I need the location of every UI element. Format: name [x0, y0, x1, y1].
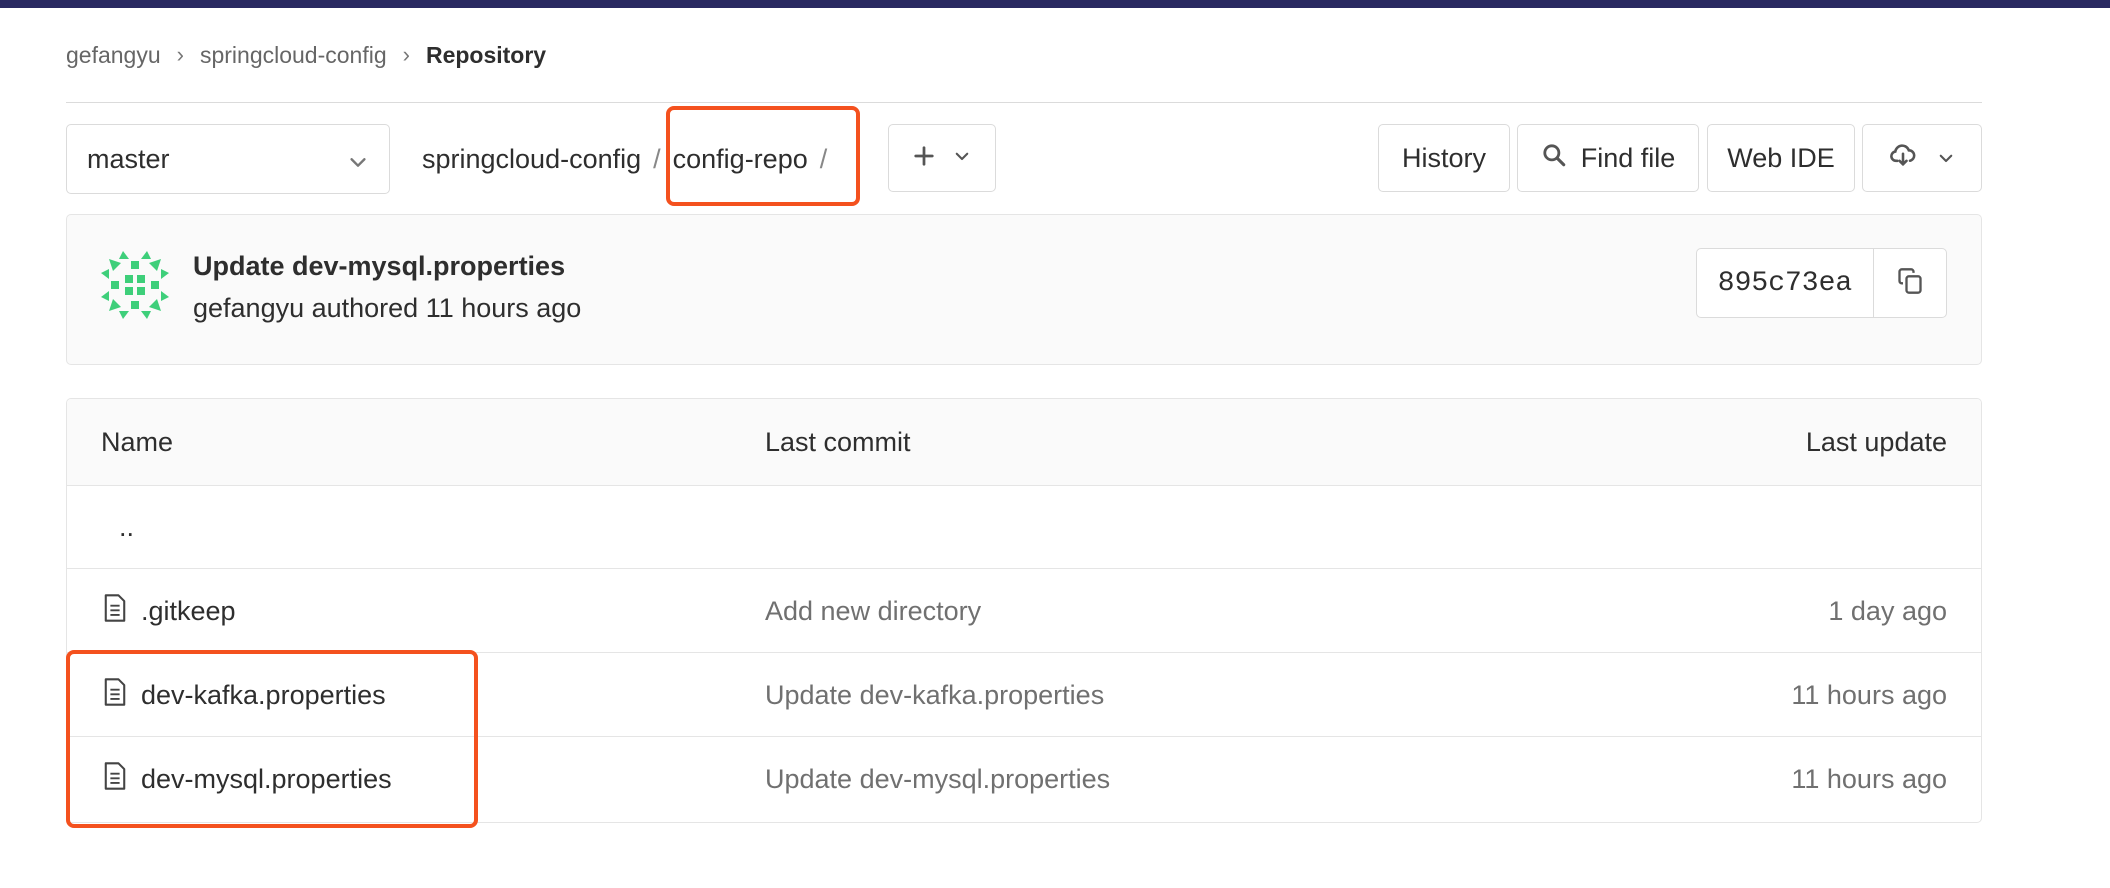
avatar[interactable] — [99, 249, 171, 321]
chevron-down-icon — [1937, 143, 1955, 174]
plus-icon — [913, 145, 935, 172]
commit-title-link[interactable]: Update dev-mysql.properties — [193, 251, 565, 282]
branch-selector[interactable]: master — [66, 124, 390, 194]
web-ide-label: Web IDE — [1727, 142, 1835, 173]
file-name-cell: .gitkeep — [101, 569, 236, 653]
history-button[interactable]: History — [1378, 124, 1510, 192]
file-last-commit-link[interactable]: Update dev-mysql.properties — [765, 737, 1110, 821]
find-file-label: Find file — [1580, 142, 1676, 173]
copy-sha-button[interactable] — [1874, 249, 1946, 317]
file-icon — [101, 593, 129, 630]
file-last-update: 11 hours ago — [1791, 763, 1947, 794]
divider — [66, 102, 1982, 103]
branch-name: master — [87, 143, 170, 174]
column-header-name: Name — [101, 426, 174, 457]
parent-directory-link[interactable]: .. — [119, 485, 134, 569]
commit-sha[interactable]: 895c73ea — [1697, 249, 1874, 317]
file-name-link[interactable]: .gitkeep — [141, 596, 236, 627]
table-header: Name Last commit Last update — [67, 399, 1981, 486]
breadcrumb-separator: › — [176, 42, 184, 67]
path-separator: / — [653, 143, 661, 174]
history-label: History — [1401, 142, 1486, 173]
download-dropdown-button[interactable] — [1862, 124, 1982, 192]
find-file-button[interactable]: Find file — [1517, 124, 1699, 192]
add-new-dropdown-button[interactable] — [888, 124, 996, 192]
file-last-commit-link[interactable]: Update dev-kafka.properties — [765, 653, 1104, 737]
search-icon — [1541, 142, 1567, 175]
last-commit-panel: Update dev-mysql.properties gefangyu aut… — [66, 214, 1982, 365]
file-last-update: 11 hours ago — [1791, 679, 1947, 710]
table-row[interactable]: .gitkeep Add new directory 1 day ago — [67, 569, 1981, 653]
copy-icon — [1896, 267, 1924, 300]
annotation-highlight-path — [666, 106, 860, 206]
cloud-download-icon — [1889, 141, 1917, 176]
annotation-highlight-files — [66, 650, 478, 828]
table-row-parent[interactable]: .. — [67, 485, 1981, 569]
breadcrumb-user[interactable]: gefangyu — [66, 42, 161, 69]
breadcrumb: gefangyu › springcloud-config › Reposito… — [66, 38, 546, 72]
breadcrumb-current[interactable]: Repository — [426, 42, 546, 69]
commit-meta: gefangyu authored 11 hours ago — [193, 293, 582, 323]
breadcrumb-project[interactable]: springcloud-config — [200, 42, 387, 69]
file-last-commit-link[interactable]: Add new directory — [765, 569, 981, 653]
column-header-last-update: Last update — [1805, 426, 1947, 457]
chevron-down-icon — [953, 147, 971, 170]
file-last-update: 1 day ago — [1828, 595, 1947, 626]
commit-sha-group: 895c73ea — [1696, 248, 1947, 318]
column-header-last-commit: Last commit — [765, 426, 911, 457]
path-root-link[interactable]: springcloud-config — [422, 144, 641, 175]
web-ide-button[interactable]: Web IDE — [1707, 124, 1855, 192]
top-nav-bar — [0, 0, 2110, 8]
breadcrumb-separator: › — [402, 42, 410, 67]
chevron-down-icon — [347, 149, 369, 180]
